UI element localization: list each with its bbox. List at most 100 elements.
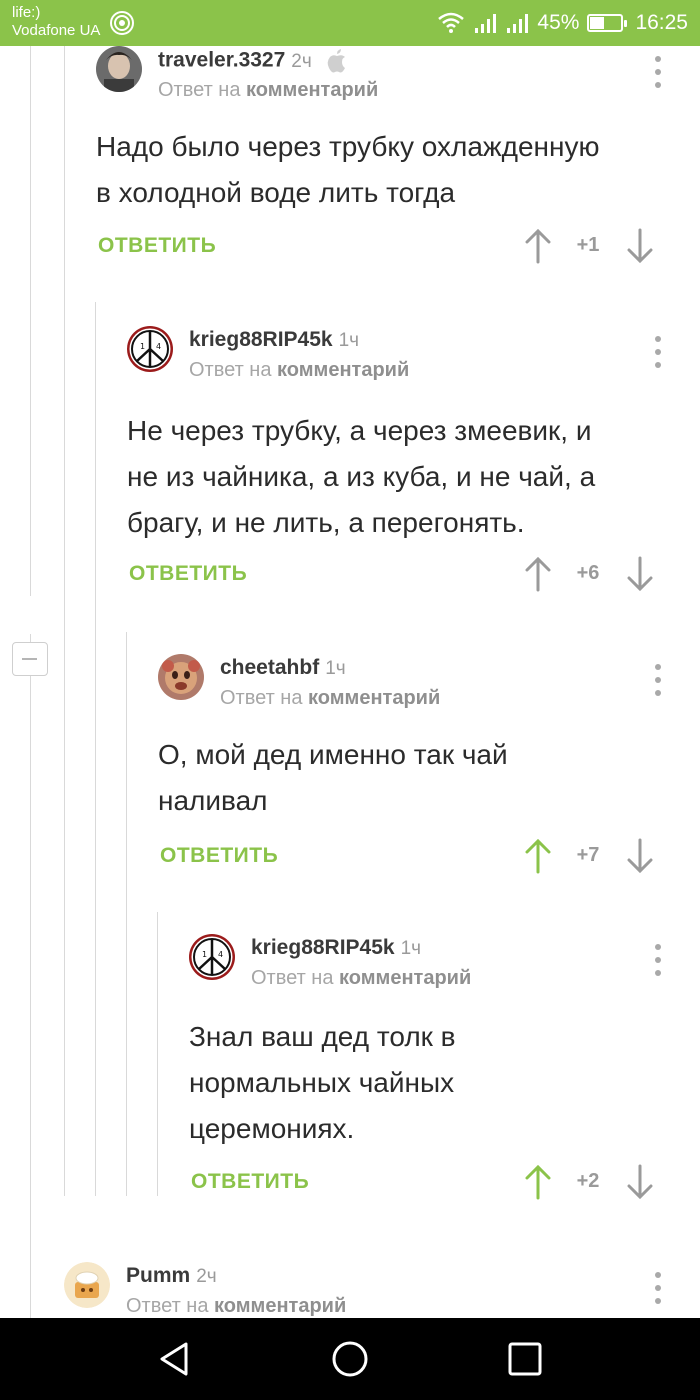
vote-controls: +1 <box>524 226 674 266</box>
comment: Pumm 2ч Ответ на комментарий <box>64 1262 670 1318</box>
downvote-arrow-icon[interactable] <box>626 228 654 264</box>
avatar[interactable]: 1 4 <box>127 326 173 372</box>
thread-line <box>157 912 158 1196</box>
comment-author[interactable]: cheetahbf 1ч <box>220 656 346 680</box>
more-menu-icon[interactable] <box>646 942 670 978</box>
avatar[interactable] <box>158 654 204 700</box>
reply-button[interactable]: ОТВЕТИТЬ <box>160 844 278 868</box>
more-menu-icon[interactable] <box>646 334 670 370</box>
reply-target-link[interactable]: комментарий <box>339 967 471 989</box>
home-icon[interactable] <box>329 1338 371 1380</box>
comment-text: Не через трубку, а через змеевик, и не и… <box>127 408 595 546</box>
comment-text-line: Не через трубку, а через змеевик, и <box>127 415 592 446</box>
svg-text:1: 1 <box>202 950 207 959</box>
comment-time: 1ч <box>325 658 346 679</box>
username[interactable]: krieg88RIP45k <box>189 328 333 351</box>
avatar[interactable] <box>64 1262 110 1308</box>
upvote-arrow-icon[interactable] <box>524 228 552 264</box>
comment-text-line: нормальных чайных <box>189 1067 455 1098</box>
vote-controls: +7 <box>524 836 674 876</box>
comment-time: 2ч <box>291 50 312 72</box>
svg-text:1: 1 <box>140 342 145 351</box>
username[interactable]: Pumm <box>126 1264 190 1287</box>
reply-to: Ответ на комментарий <box>189 359 409 382</box>
navigation-bar <box>0 1318 700 1400</box>
comment-time: 1ч <box>400 938 422 959</box>
upvote-arrow-icon[interactable] <box>524 838 552 874</box>
reply-to: Ответ на комментарий <box>126 1295 346 1318</box>
username[interactable]: krieg88RIP45k <box>251 936 395 959</box>
thread-line <box>30 634 31 1318</box>
score: +2 <box>576 1170 600 1192</box>
comment: 1 4 krieg88RIP45k 1ч Ответ на комментарий… <box>189 934 670 1214</box>
thread-line <box>30 46 31 596</box>
carrier-name-secondary: Vodafone UA <box>12 22 101 39</box>
comments-thread: traveler.3327 2ч Ответ на комментарий Над… <box>0 46 700 1318</box>
back-icon[interactable] <box>154 1338 196 1380</box>
svg-text:4: 4 <box>156 342 161 351</box>
reply-prefix: Ответ на <box>189 359 272 381</box>
battery-percent: 45% <box>537 11 580 34</box>
comment-text-line: церемониях. <box>189 1113 355 1144</box>
comment-time: 2ч <box>196 1266 217 1287</box>
reply-prefix: Ответ на <box>251 967 334 989</box>
downvote-arrow-icon[interactable] <box>626 556 654 592</box>
collapse-thread-button[interactable] <box>12 642 48 676</box>
username[interactable]: cheetahbf <box>220 656 319 679</box>
comment: traveler.3327 2ч Ответ на комментарий Над… <box>96 46 670 276</box>
reply-target-link[interactable]: комментарий <box>246 79 378 101</box>
downvote-arrow-icon[interactable] <box>626 838 654 874</box>
battery-icon <box>587 14 628 32</box>
comment-text-line: О, мой дед именно так чай <box>158 739 508 770</box>
comment-text: О, мой дед именно так чай наливал <box>158 732 508 824</box>
score: +6 <box>576 562 600 584</box>
clock: 16:25 <box>635 11 688 34</box>
status-indicators: 45% 16:25 <box>437 0 688 46</box>
more-menu-icon[interactable] <box>646 1270 670 1306</box>
comment: 1 4 krieg88RIP45k 1ч Ответ на комментарий… <box>127 326 670 606</box>
upvote-arrow-icon[interactable] <box>524 1164 552 1200</box>
reply-to: Ответ на комментарий <box>220 687 440 710</box>
reply-to: Ответ на комментарий <box>158 79 378 102</box>
comment-text-line: наливал <box>158 785 268 816</box>
comment-text: Надо было через трубку охлажденную в хол… <box>96 124 599 216</box>
comment-text: Знал ваш дед толк в нормальных чайных це… <box>189 1014 456 1152</box>
recents-icon[interactable] <box>504 1338 546 1380</box>
comment-text-line: брагу, и не лить, а перегонять. <box>127 507 525 538</box>
reply-target-link[interactable]: комментарий <box>214 1295 346 1317</box>
status-bar: life:) Vodafone UA 45% 16:25 <box>0 0 700 46</box>
reply-button[interactable]: ОТВЕТИТЬ <box>129 562 247 586</box>
reply-to: Ответ на комментарий <box>251 967 471 990</box>
comment-time: 1ч <box>338 330 360 351</box>
comment-author[interactable]: krieg88RIP45k 1ч <box>189 328 359 352</box>
reply-target-link[interactable]: комментарий <box>277 359 409 381</box>
upvote-arrow-icon[interactable] <box>524 556 552 592</box>
reply-button[interactable]: ОТВЕТИТЬ <box>98 234 216 258</box>
more-menu-icon[interactable] <box>646 662 670 698</box>
thread-line <box>126 632 127 1196</box>
comment-author[interactable]: Pumm 2ч <box>126 1264 217 1288</box>
comment-author[interactable]: krieg88RIP45k 1ч <box>251 936 421 960</box>
thread-line <box>64 46 65 1196</box>
reply-target-link[interactable]: комментарий <box>308 687 440 709</box>
more-menu-icon[interactable] <box>646 54 670 90</box>
signal-icon <box>475 14 497 33</box>
score: +1 <box>576 234 600 256</box>
avatar[interactable]: 1 4 <box>189 934 235 980</box>
comment-text-line: Надо было через трубку охлажденную <box>96 131 600 162</box>
downvote-arrow-icon[interactable] <box>626 1164 654 1200</box>
thread-line <box>95 302 96 1196</box>
reply-prefix: Ответ на <box>220 687 303 709</box>
wifi-icon <box>438 12 465 33</box>
carrier-name: life:) <box>12 4 41 21</box>
avatar[interactable] <box>96 46 142 92</box>
reply-button[interactable]: ОТВЕТИТЬ <box>191 1170 309 1194</box>
vote-controls: +6 <box>524 554 674 594</box>
comment-text-line: Знал ваш дед толк в <box>189 1021 456 1052</box>
reply-prefix: Ответ на <box>126 1295 209 1317</box>
vote-controls: +2 <box>524 1162 674 1202</box>
username[interactable]: traveler.3327 <box>158 49 285 72</box>
comment-author[interactable]: traveler.3327 2ч <box>158 48 348 74</box>
comment-text-line: не из чайника, а из куба, и не чай, а <box>127 461 596 492</box>
signal-icon <box>507 14 529 33</box>
